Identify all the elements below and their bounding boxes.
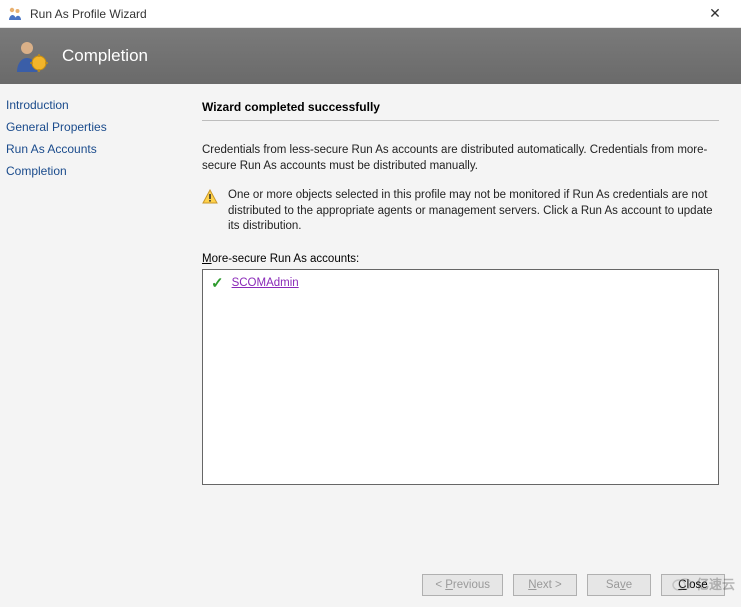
- accounts-listbox[interactable]: ✓ SCOMAdmin: [202, 269, 719, 485]
- banner-icon: [14, 39, 48, 73]
- wizard-body: Introduction General Properties Run As A…: [0, 84, 741, 562]
- titlebar: Run As Profile Wizard ✕: [0, 0, 741, 28]
- checkmark-icon: ✓: [211, 276, 224, 291]
- account-link[interactable]: SCOMAdmin: [232, 277, 299, 289]
- close-button[interactable]: ✕: [695, 5, 735, 22]
- account-row: ✓ SCOMAdmin: [211, 276, 710, 291]
- sidebar-item-run-as-accounts[interactable]: Run As Accounts: [6, 138, 178, 160]
- description-text: Credentials from less-secure Run As acco…: [202, 143, 719, 174]
- app-icon: [6, 5, 24, 23]
- save-button: Save: [587, 574, 651, 596]
- warning-icon: [202, 189, 218, 205]
- window-title: Run As Profile Wizard: [30, 7, 147, 21]
- close-wizard-button[interactable]: Close: [661, 574, 725, 596]
- next-button: Next >: [513, 574, 577, 596]
- sidebar-item-completion[interactable]: Completion: [6, 160, 178, 182]
- page-heading: Wizard completed successfully: [202, 100, 719, 121]
- sidebar-item-introduction[interactable]: Introduction: [6, 94, 178, 116]
- accounts-list-label: More-secure Run As accounts:: [202, 253, 719, 265]
- warning-row: One or more objects selected in this pro…: [202, 188, 719, 235]
- previous-button: < Previous: [422, 574, 503, 596]
- banner-title: Completion: [62, 46, 148, 66]
- banner: Completion: [0, 28, 741, 84]
- sidebar-item-general-properties[interactable]: General Properties: [6, 116, 178, 138]
- footer: < Previous Next > Save Close: [0, 562, 741, 607]
- warning-text: One or more objects selected in this pro…: [228, 188, 719, 235]
- sidebar: Introduction General Properties Run As A…: [0, 84, 184, 562]
- content-pane: Wizard completed successfully Credential…: [184, 84, 741, 562]
